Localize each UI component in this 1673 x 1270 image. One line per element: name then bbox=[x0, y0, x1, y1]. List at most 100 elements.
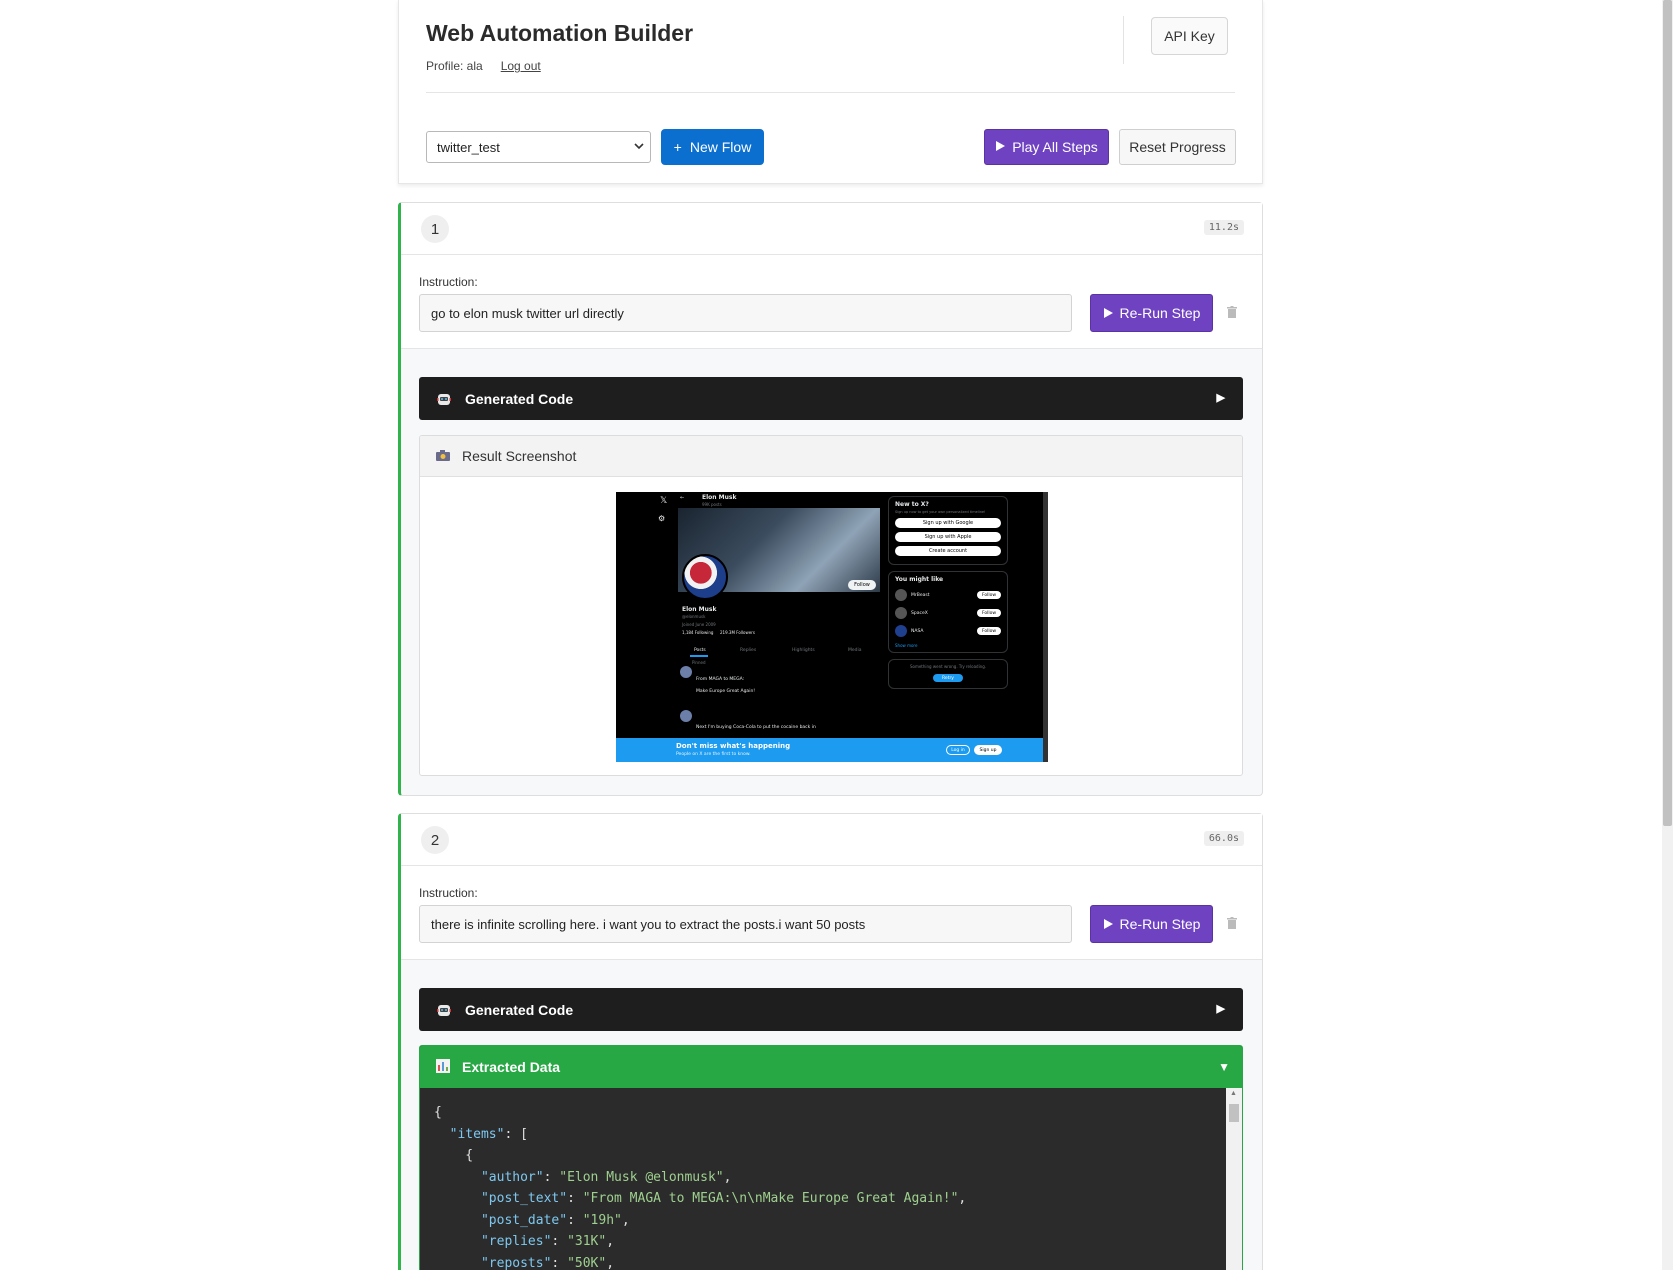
json-scrollbar[interactable]: ▲ bbox=[1226, 1088, 1242, 1270]
post-2-text: Next I'm buying Coca-Cola to put the coc… bbox=[696, 725, 816, 730]
extracted-data-label: Extracted Data bbox=[462, 1059, 561, 1075]
post-1-text: From MAGA to MEGA: bbox=[696, 677, 745, 682]
page-scrollbar[interactable] bbox=[1662, 0, 1673, 1270]
post-avatar bbox=[680, 666, 692, 678]
joined-date: Joined June 2009 bbox=[682, 622, 716, 627]
instruction-area: Instruction: go to elon musk twitter url… bbox=[401, 255, 1262, 349]
suggestion-follow: Follow bbox=[977, 627, 1001, 635]
camera-icon bbox=[436, 449, 450, 464]
tab-replies: Replies bbox=[740, 648, 757, 653]
chevron-down-icon bbox=[634, 140, 644, 154]
trash-icon[interactable] bbox=[1227, 306, 1237, 321]
rerun-step-button[interactable]: Re-Run Step bbox=[1090, 905, 1213, 943]
suggestion-name: MrBeast bbox=[911, 592, 930, 598]
play-icon bbox=[1103, 308, 1113, 318]
retry-button: Retry bbox=[933, 674, 963, 682]
step-header: 2 66.0s bbox=[401, 814, 1262, 866]
suggestion-avatar bbox=[895, 625, 907, 637]
result-screenshot-label: Result Screenshot bbox=[462, 448, 577, 464]
api-key-button[interactable]: API Key bbox=[1151, 17, 1228, 55]
generated-code-toggle[interactable]: Generated Code ▶ bbox=[419, 377, 1243, 420]
json-output: { "items": [ { "author": "Elon Musk @elo… bbox=[434, 1105, 967, 1270]
suggestion-avatar bbox=[895, 607, 907, 619]
profile-name: Elon Musk bbox=[682, 606, 717, 613]
rerun-step-button[interactable]: Re-Run Step bbox=[1090, 294, 1213, 332]
following-count: 1,184 Following bbox=[682, 630, 714, 635]
suggestion-name: SpaceX bbox=[911, 610, 928, 616]
generated-code-toggle[interactable]: Generated Code ▶ bbox=[419, 988, 1243, 1031]
create-account-button: Create account bbox=[895, 546, 1001, 556]
extracted-data-panel: Extracted Data ▼ { "items": [ { "author"… bbox=[419, 1045, 1243, 1270]
result-screenshot-header: Result Screenshot bbox=[420, 436, 1242, 477]
suggestion-row: SpaceX Follow bbox=[895, 607, 1001, 619]
new-flow-button[interactable]: + New Flow bbox=[661, 129, 764, 165]
tab-media: Media bbox=[848, 648, 862, 653]
you-might-like-title: You might like bbox=[895, 576, 944, 583]
generated-code-label: Generated Code bbox=[465, 1001, 574, 1018]
instruction-input[interactable]: there is infinite scrolling here. i want… bbox=[419, 905, 1072, 943]
play-icon bbox=[995, 139, 1006, 155]
back-arrow-icon: ← bbox=[680, 495, 685, 501]
instruction-area: Instruction: there is infinite scrolling… bbox=[401, 866, 1262, 960]
flow-select-value: twitter_test bbox=[437, 139, 500, 155]
post-1-text-2: Make Europe Great Again! bbox=[696, 689, 756, 694]
step-card-1: 1 11.2s Instruction: go to elon musk twi… bbox=[398, 202, 1263, 796]
step-number: 1 bbox=[421, 215, 449, 243]
error-text: Something went wrong. Try reloading. bbox=[909, 664, 987, 669]
logout-link[interactable]: Log out bbox=[501, 59, 541, 73]
reset-progress-button[interactable]: Reset Progress bbox=[1119, 129, 1236, 165]
x-logo-icon: 𝕏 bbox=[660, 496, 668, 506]
suggestion-name: NASA bbox=[911, 628, 924, 634]
suggestion-follow: Follow bbox=[977, 591, 1001, 599]
suggestion-follow: Follow bbox=[977, 609, 1001, 617]
followers-count: 219.3M Followers bbox=[720, 630, 755, 635]
tab-posts: Posts bbox=[694, 648, 706, 653]
plus-icon: + bbox=[673, 139, 682, 155]
play-all-label: Play All Steps bbox=[1012, 139, 1098, 155]
robot-icon bbox=[435, 1001, 453, 1019]
expand-arrow-icon: ▶ bbox=[1216, 392, 1225, 404]
suggestion-avatar bbox=[895, 589, 907, 601]
instruction-input[interactable]: go to elon musk twitter url directly bbox=[419, 294, 1072, 332]
main-container: Web Automation Builder Profile: ala Log … bbox=[398, 0, 1263, 1270]
json-replies: "31K" bbox=[567, 1234, 607, 1249]
result-screenshot-image: 𝕏 ⚙ ← Elon Musk 99K posts Follow Elon Mu… bbox=[616, 492, 1048, 762]
scroll-up-icon[interactable]: ▲ bbox=[1230, 1090, 1237, 1097]
profile-row: Profile: ala Log out bbox=[426, 59, 541, 73]
new-to-x-box: New to X? Sign up now to get your own pe… bbox=[888, 496, 1008, 565]
screenshot-scrollbar bbox=[1043, 492, 1048, 762]
trash-icon[interactable] bbox=[1227, 917, 1237, 932]
result-screenshot-panel: Result Screenshot 𝕏 ⚙ ← Elon Musk 99K po… bbox=[419, 435, 1243, 776]
you-might-like-box: You might like MrBeast Follow SpaceX Follo… bbox=[888, 571, 1008, 653]
flow-select[interactable]: twitter_test bbox=[426, 131, 651, 163]
step-number: 2 bbox=[421, 826, 449, 854]
apple-signup-button: Sign up with Apple bbox=[895, 532, 1001, 542]
play-icon bbox=[1103, 919, 1113, 929]
new-to-x-title: New to X? bbox=[895, 501, 929, 508]
post-avatar-2 bbox=[680, 710, 692, 722]
new-flow-label: New Flow bbox=[689, 139, 752, 155]
json-post-text: "From MAGA to MEGA:\n\nMake Europe Great… bbox=[582, 1191, 959, 1206]
login-button: Log in bbox=[946, 745, 970, 755]
login-banner: Don't miss what's happening People on X … bbox=[616, 738, 1048, 762]
signup-hint: Sign up now to get your own personalized… bbox=[895, 510, 986, 514]
rerun-label: Re-Run Step bbox=[1119, 916, 1201, 932]
avatar bbox=[682, 554, 728, 600]
signup-sidebar: New to X? Sign up now to get your own pe… bbox=[888, 496, 1008, 695]
page: Web Automation Builder Profile: ala Log … bbox=[0, 0, 1673, 1270]
play-all-steps-button[interactable]: Play All Steps bbox=[984, 129, 1109, 165]
suggestion-row: NASA Follow bbox=[895, 625, 1001, 637]
banner-subtitle: People on X are the first to know. bbox=[676, 752, 751, 757]
page-scroll-thumb[interactable] bbox=[1663, 0, 1672, 826]
json-scroll-thumb[interactable] bbox=[1229, 1104, 1239, 1122]
suggestion-row: MrBeast Follow bbox=[895, 589, 1001, 601]
show-more-link: Show more bbox=[895, 643, 918, 648]
generated-code-label: Generated Code bbox=[465, 390, 574, 407]
posts-count: 99K posts bbox=[702, 502, 722, 507]
google-signup-button: Sign up with Google bbox=[895, 518, 1001, 528]
app-title: Web Automation Builder bbox=[426, 20, 694, 46]
extracted-data-toggle[interactable]: Extracted Data ▼ bbox=[420, 1046, 1242, 1088]
bar-chart-icon bbox=[436, 1058, 450, 1076]
json-post-date: "19h" bbox=[582, 1212, 622, 1228]
instruction-label: Instruction: bbox=[419, 275, 478, 289]
